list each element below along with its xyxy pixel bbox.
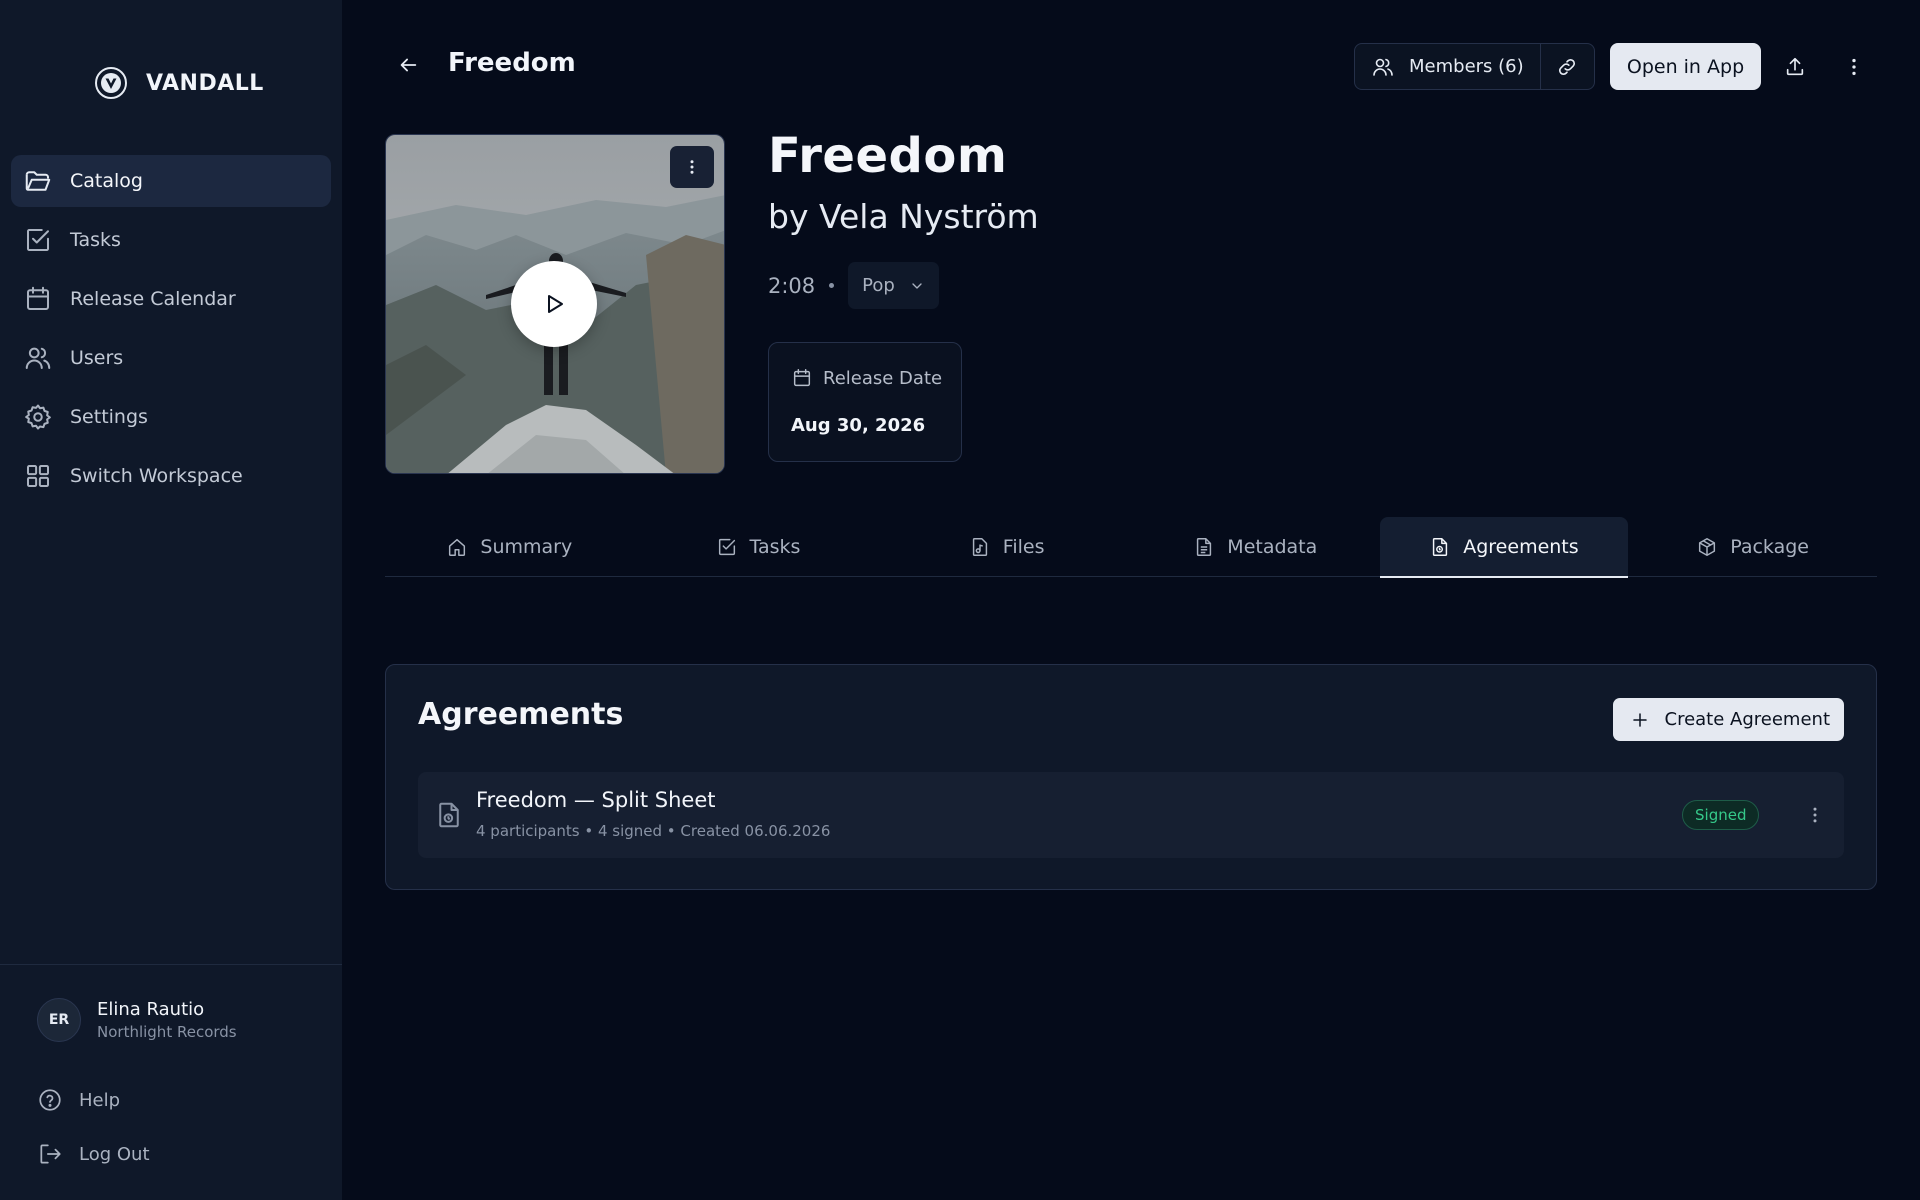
home-icon <box>449 538 466 556</box>
arrow-left-icon <box>400 58 417 72</box>
track-title: Freedom <box>768 128 1008 184</box>
genre-select[interactable]: Pop <box>848 262 939 309</box>
help-icon <box>39 1089 61 1111</box>
tab-files[interactable]: Files <box>882 517 1131 577</box>
users-icon <box>1373 58 1393 76</box>
agreement-options-button[interactable] <box>1799 799 1831 831</box>
sidebar-item-tasks[interactable]: Tasks <box>11 214 331 266</box>
sidebar-item-label: Release Calendar <box>70 288 236 310</box>
page-title: Freedom <box>448 48 576 78</box>
agreement-row[interactable]: Freedom — Split Sheet 4 participants • 4… <box>418 772 1844 858</box>
tab-metadata[interactable]: Metadata <box>1131 517 1380 577</box>
plus-icon <box>1632 712 1647 727</box>
more-vertical-icon <box>1813 807 1817 823</box>
track-duration: 2:08 <box>768 273 816 298</box>
user-name: Elina Rautio <box>97 999 205 1020</box>
tab-label: Tasks <box>749 536 801 558</box>
sidebar-item-catalog[interactable]: Catalog <box>11 155 331 207</box>
chevron-down-icon <box>912 282 922 289</box>
logout-icon <box>40 1144 61 1164</box>
play-icon <box>548 295 563 313</box>
tab-label: Metadata <box>1227 536 1318 558</box>
document-icon <box>1197 538 1212 556</box>
link-icon <box>1559 58 1576 75</box>
app-logo[interactable]: VANDALL <box>94 66 264 100</box>
tab-package[interactable]: Package <box>1628 517 1877 577</box>
sidebar-item-label: Catalog <box>70 170 143 192</box>
sidebar-item-users[interactable]: Users <box>11 332 331 384</box>
sidebar-item-label: Switch Workspace <box>70 465 243 487</box>
tab-label: Summary <box>480 536 573 558</box>
upload-icon <box>1786 57 1804 76</box>
tab-tasks[interactable]: Tasks <box>634 517 883 577</box>
status-badge: Signed <box>1682 800 1760 830</box>
tab-label: Files <box>1002 536 1045 558</box>
avatar: ER <box>37 998 81 1042</box>
agreements-panel: Agreements Create Agreement Freedom — Sp… <box>385 664 1877 890</box>
copy-link-button[interactable] <box>1539 44 1594 89</box>
tab-agreements[interactable]: Agreements <box>1379 517 1629 578</box>
members-label: Members (6) <box>1409 56 1524 77</box>
release-date-value: Aug 30, 2026 <box>791 415 926 436</box>
release-date-label: Release Date <box>823 367 943 389</box>
share-button[interactable] <box>1779 51 1811 83</box>
play-button[interactable] <box>511 261 597 347</box>
grid-icon <box>23 461 53 491</box>
agreement-icon <box>1433 538 1448 556</box>
more-vertical-icon <box>690 160 694 174</box>
logout-link[interactable]: Log Out <box>37 1141 150 1167</box>
back-button[interactable] <box>393 50 423 80</box>
create-agreement-button[interactable]: Create Agreement <box>1612 698 1844 741</box>
checkbox-icon <box>23 225 53 255</box>
create-agreement-label: Create Agreement <box>1664 709 1831 730</box>
vandall-logo-icon <box>95 67 127 99</box>
app-name: VANDALL <box>146 70 264 96</box>
package-icon <box>1699 538 1716 556</box>
help-link[interactable]: Help <box>37 1087 120 1113</box>
help-label: Help <box>79 1089 121 1111</box>
sidebar-item-label: Users <box>70 347 124 369</box>
sidebar-item-settings[interactable]: Settings <box>11 391 331 443</box>
members-toolbar: Members (6) <box>1354 43 1595 90</box>
open-in-app-button[interactable]: Open in App <box>1610 43 1761 90</box>
calendar-icon <box>793 369 811 387</box>
track-tabs: Summary Tasks Files Metadata Agreements … <box>385 517 1877 578</box>
release-date-header: Release Date <box>791 367 942 389</box>
user-profile[interactable]: ER Elina Rautio Northlight Records <box>37 998 237 1042</box>
cover-options-button[interactable] <box>670 146 714 188</box>
logout-label: Log Out <box>79 1143 150 1165</box>
agreements-title: Agreements <box>418 697 624 732</box>
sidebar-divider <box>0 964 342 965</box>
tab-label: Agreements <box>1463 536 1579 558</box>
agreement-icon <box>439 802 459 828</box>
release-date-card[interactable]: Release Date Aug 30, 2026 <box>768 342 962 462</box>
calendar-icon <box>23 284 53 314</box>
track-artist: by Vela Nyström <box>768 197 1039 236</box>
agreement-title: Freedom — Split Sheet <box>476 788 716 812</box>
tab-summary[interactable]: Summary <box>385 517 634 577</box>
sidebar-item-release-calendar[interactable]: Release Calendar <box>11 273 331 325</box>
members-button[interactable]: Members (6) <box>1355 44 1540 89</box>
genre-value: Pop <box>862 275 895 296</box>
more-options-button[interactable] <box>1838 51 1870 83</box>
music-file-icon <box>972 538 987 556</box>
gear-icon <box>23 402 53 432</box>
checkbox-icon <box>718 538 735 556</box>
sidebar: VANDALL Catalog Tasks Release Calendar U… <box>0 0 342 1200</box>
separator-dot <box>829 283 835 288</box>
tab-label: Package <box>1730 536 1809 558</box>
sidebar-item-switch-workspace[interactable]: Switch Workspace <box>11 450 331 502</box>
users-icon <box>23 343 53 373</box>
agreement-details: 4 participants • 4 signed • Created 06.0… <box>476 822 831 840</box>
more-vertical-icon <box>1852 58 1856 76</box>
track-meta: 2:08 Pop <box>768 262 939 309</box>
sidebar-item-label: Tasks <box>70 229 121 251</box>
sidebar-item-label: Settings <box>70 406 148 428</box>
user-organization: Northlight Records <box>97 1023 237 1041</box>
folder-icon <box>23 166 53 196</box>
sidebar-nav: Catalog Tasks Release Calendar Users Set… <box>11 155 331 509</box>
